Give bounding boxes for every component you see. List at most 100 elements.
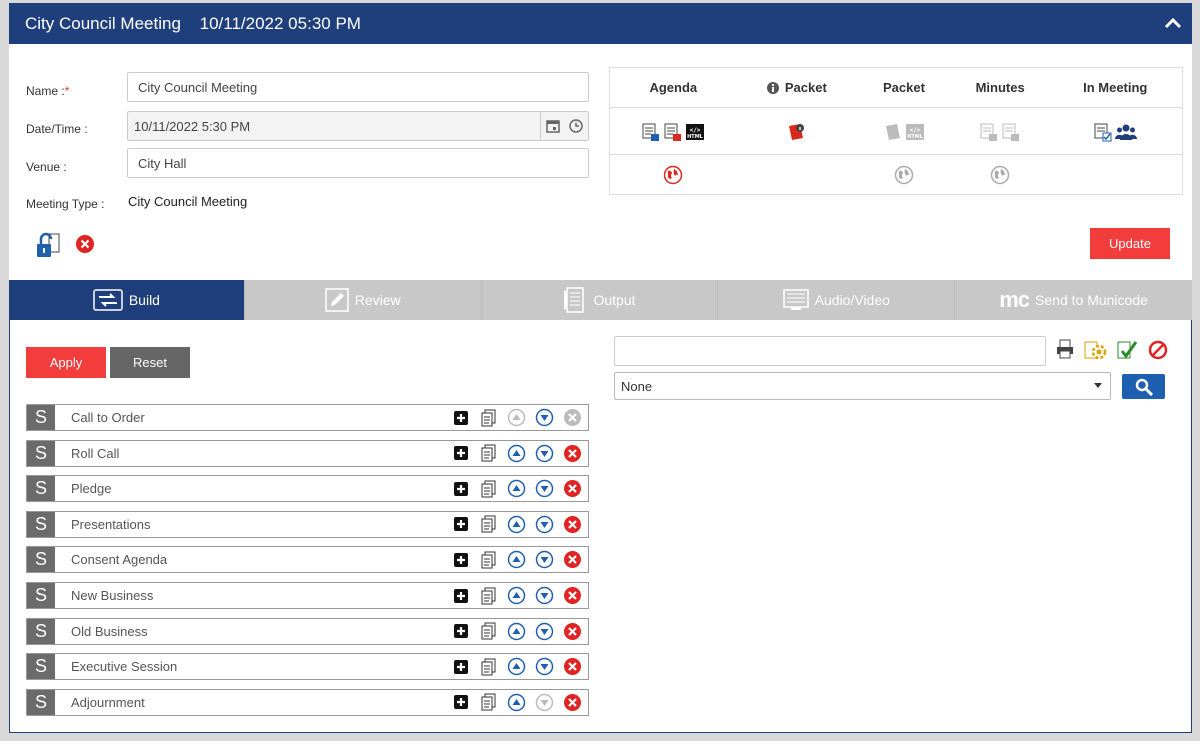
- move-up-icon[interactable]: [507, 622, 526, 641]
- minutes-globe-icon[interactable]: [990, 165, 1010, 185]
- move-down-icon[interactable]: [535, 693, 554, 712]
- move-down-icon[interactable]: [535, 515, 554, 534]
- move-up-icon[interactable]: [507, 408, 526, 427]
- delete-section-icon[interactable]: [563, 622, 582, 641]
- copy-icon[interactable]: [479, 479, 498, 498]
- move-down-icon[interactable]: [535, 622, 554, 641]
- section-row[interactable]: S Consent Agenda: [26, 546, 589, 574]
- meeting-type-label: Meeting Type :: [26, 197, 105, 211]
- move-down-icon[interactable]: [535, 657, 554, 676]
- agenda-globe-icon[interactable]: [663, 165, 683, 185]
- section-name: Call to Order: [71, 410, 145, 425]
- copy-icon[interactable]: [479, 622, 498, 641]
- add-item-icon[interactable]: [451, 515, 470, 534]
- reset-button[interactable]: Reset: [110, 347, 190, 378]
- copy-icon[interactable]: [479, 408, 498, 427]
- meeting-type-value: City Council Meeting: [128, 194, 248, 209]
- section-row[interactable]: S Call to Order: [26, 404, 589, 431]
- move-down-icon[interactable]: [535, 408, 554, 427]
- clock-icon[interactable]: [565, 112, 589, 140]
- section-row[interactable]: S New Business: [26, 582, 589, 609]
- packet-header-2: Packet: [883, 80, 925, 95]
- move-up-icon[interactable]: [507, 657, 526, 676]
- delete-section-icon[interactable]: [563, 657, 582, 676]
- section-badge: S: [27, 476, 55, 502]
- move-down-icon[interactable]: [535, 550, 554, 569]
- apply-button[interactable]: Apply: [26, 347, 106, 378]
- unlock-icon[interactable]: [35, 232, 61, 263]
- collapse-chevron-icon[interactable]: [1162, 13, 1184, 35]
- section-row[interactable]: S Roll Call: [26, 439, 589, 467]
- delete-section-icon[interactable]: [563, 444, 582, 463]
- move-up-icon[interactable]: [507, 550, 526, 569]
- move-up-icon[interactable]: [507, 479, 526, 498]
- delete-section-icon[interactable]: [563, 550, 582, 569]
- tab-audio-video[interactable]: Audio/Video: [718, 280, 956, 320]
- copy-icon[interactable]: [479, 586, 498, 605]
- copy-icon[interactable]: [479, 444, 498, 463]
- minutes-word-gray-icon[interactable]: [979, 122, 999, 142]
- move-up-icon[interactable]: [507, 515, 526, 534]
- copy-icon[interactable]: [479, 657, 498, 676]
- move-down-icon[interactable]: [535, 444, 554, 463]
- copy-icon[interactable]: [479, 693, 498, 712]
- tab-send-to-municode[interactable]: mc Send to Municode: [955, 280, 1192, 320]
- search-button[interactable]: [1122, 374, 1165, 399]
- datetime-input[interactable]: 10/11/2022 5:30 PM: [127, 111, 589, 141]
- tab-output[interactable]: Output: [482, 280, 719, 320]
- section-name: New Business: [71, 588, 154, 603]
- search-input[interactable]: [614, 336, 1046, 366]
- print-icon[interactable]: [1056, 339, 1074, 362]
- attendees-icon[interactable]: [1115, 122, 1138, 142]
- delete-section-icon[interactable]: [563, 515, 582, 534]
- copy-icon[interactable]: [479, 550, 498, 569]
- add-item-icon[interactable]: [451, 408, 470, 427]
- venue-input[interactable]: City Hall: [127, 148, 589, 178]
- name-input[interactable]: City Council Meeting: [127, 72, 589, 102]
- cancel-circle-icon[interactable]: [1147, 339, 1169, 364]
- add-item-icon[interactable]: [451, 550, 470, 569]
- add-item-icon[interactable]: [451, 657, 470, 676]
- section-row[interactable]: S Pledge: [26, 475, 589, 503]
- add-item-icon[interactable]: [451, 479, 470, 498]
- add-item-icon[interactable]: [451, 444, 470, 463]
- minutes-pdf-gray-icon[interactable]: [1001, 122, 1021, 142]
- in-meeting-doc-icon[interactable]: [1093, 122, 1113, 142]
- move-down-icon[interactable]: [535, 479, 554, 498]
- move-up-icon[interactable]: [507, 693, 526, 712]
- add-item-icon[interactable]: [451, 693, 470, 712]
- delete-section-icon[interactable]: [563, 479, 582, 498]
- tab-build[interactable]: Build: [9, 280, 245, 320]
- add-item-icon[interactable]: [451, 586, 470, 605]
- move-up-icon[interactable]: [507, 444, 526, 463]
- approve-check-icon[interactable]: [1116, 339, 1138, 364]
- filter-select[interactable]: None: [614, 372, 1111, 400]
- section-row[interactable]: S Executive Session: [26, 653, 589, 681]
- packet-globe-icon[interactable]: [894, 165, 914, 185]
- minutes-header: Minutes: [975, 80, 1025, 95]
- move-up-icon[interactable]: [507, 586, 526, 605]
- section-name: Old Business: [71, 623, 148, 639]
- municode-logo: mc: [999, 287, 1030, 312]
- section-row[interactable]: S Old Business: [26, 617, 589, 645]
- packet-html-gray-icon[interactable]: </>HTML: [905, 122, 925, 142]
- delete-section-icon[interactable]: [563, 586, 582, 605]
- update-button[interactable]: Update: [1090, 228, 1170, 259]
- copy-icon[interactable]: [479, 515, 498, 534]
- packet-pdf-gray-icon[interactable]: [883, 122, 903, 142]
- calendar-icon[interactable]: [541, 112, 565, 140]
- html-doc-icon[interactable]: </>HTML: [685, 122, 705, 142]
- word-doc-icon[interactable]: [641, 122, 661, 142]
- pdf-doc-icon[interactable]: [663, 122, 683, 142]
- move-down-icon[interactable]: [535, 586, 554, 605]
- settings-gear-icon[interactable]: [1084, 339, 1108, 364]
- datetime-label: Date/Time :: [26, 122, 88, 136]
- add-item-icon[interactable]: [451, 622, 470, 641]
- delete-meeting-icon[interactable]: [75, 234, 95, 257]
- section-row[interactable]: S Adjournment: [26, 688, 589, 716]
- delete-section-icon[interactable]: [563, 693, 582, 712]
- tab-review[interactable]: Review: [245, 280, 482, 320]
- packet-pdf-icon[interactable]: [786, 122, 806, 142]
- delete-section-icon[interactable]: [563, 408, 582, 427]
- section-row[interactable]: S Presentations: [26, 510, 589, 538]
